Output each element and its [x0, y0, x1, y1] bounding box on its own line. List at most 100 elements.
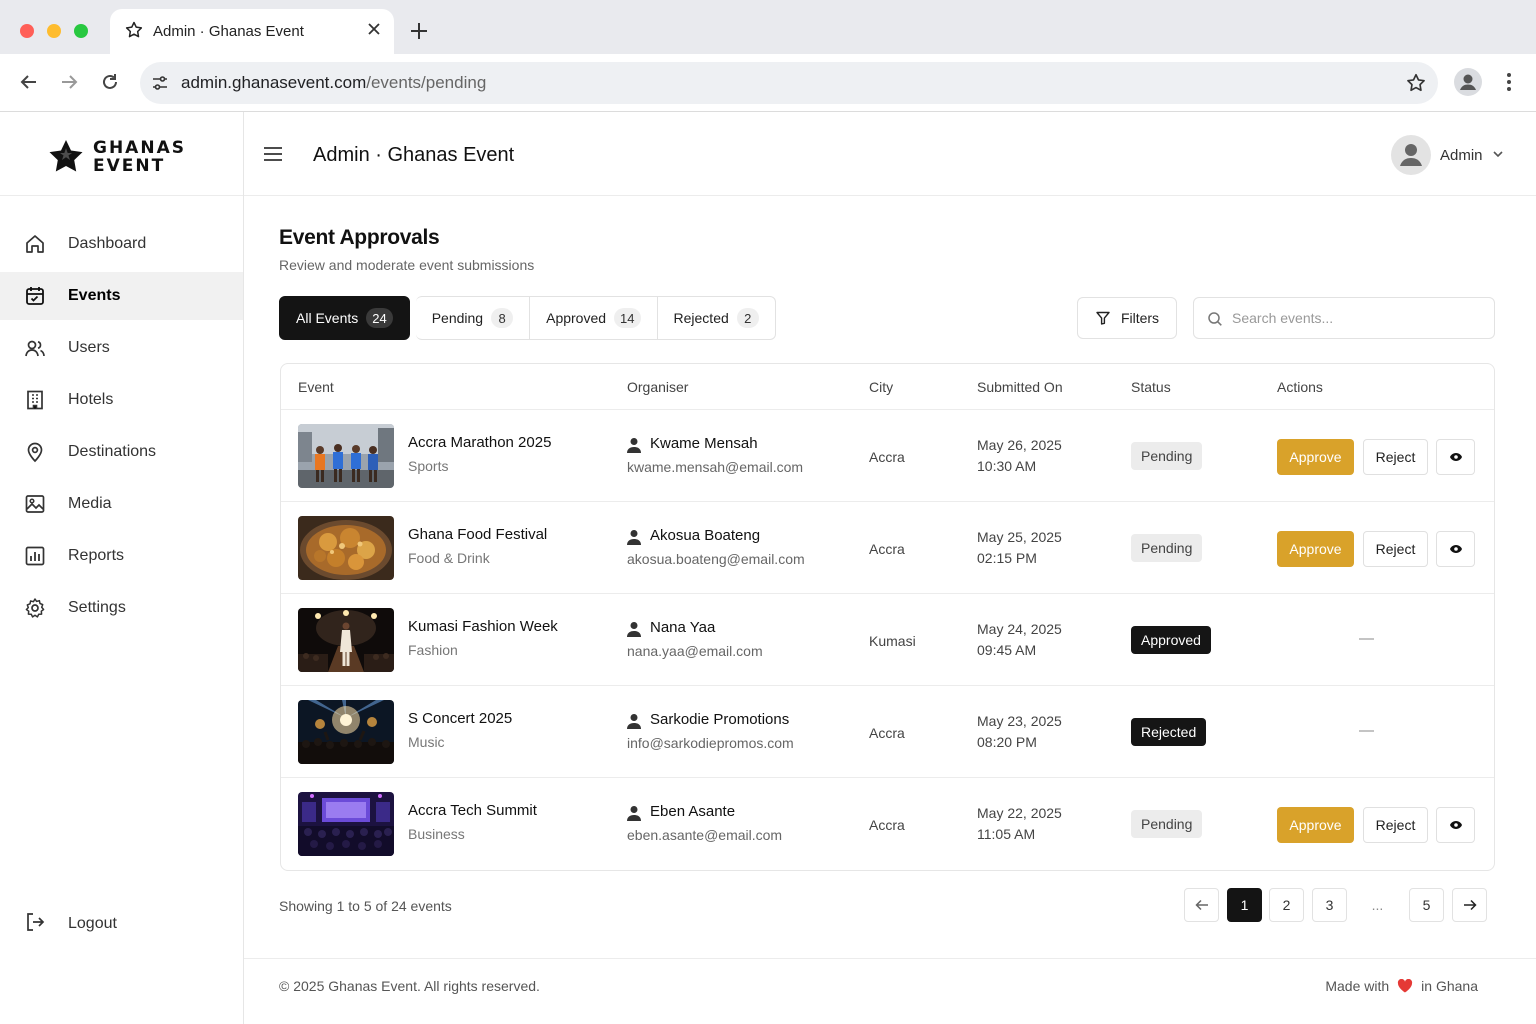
- submitted-time: 02:15 PM: [977, 550, 1037, 566]
- page-button-1[interactable]: 1: [1227, 888, 1262, 922]
- window-close-dot[interactable]: [20, 24, 34, 38]
- submitted-date: May 24, 2025: [977, 621, 1062, 637]
- organiser-email: eben.asante@email.com: [627, 827, 783, 843]
- event-city: Accra: [869, 817, 905, 833]
- person-icon: [627, 622, 641, 637]
- back-arrow-icon[interactable]: [18, 71, 40, 93]
- browser-profile-avatar[interactable]: [1454, 68, 1482, 96]
- table-row[interactable]: S Concert 2025 Music Sarkodie Promotions…: [281, 686, 1494, 778]
- column-header-submitted-on: Submitted On: [977, 379, 1063, 395]
- brand-logo[interactable]: GHANAS EVENT: [0, 112, 243, 196]
- page-button-2[interactable]: 2: [1269, 888, 1304, 922]
- hamburger-menu-icon[interactable]: [263, 145, 283, 163]
- sidebar-item-dashboard[interactable]: Dashboard: [0, 220, 243, 268]
- tab-pending[interactable]: Pending 8: [415, 296, 531, 340]
- new-tab-plus-icon[interactable]: [408, 20, 430, 42]
- column-header-event: Event: [298, 379, 334, 395]
- eye-icon: [1449, 821, 1462, 829]
- view-button[interactable]: [1436, 439, 1475, 475]
- star-icon: [125, 21, 143, 38]
- no-action-dash: —: [1359, 722, 1374, 739]
- reject-button[interactable]: Reject: [1363, 807, 1428, 843]
- sidebar-item-destinations[interactable]: Destinations: [0, 428, 243, 476]
- header-title: Admin · Ghanas Event: [313, 144, 515, 166]
- submitted-date: May 26, 2025: [977, 437, 1062, 453]
- chevron-down-icon[interactable]: [1492, 149, 1504, 159]
- window-maximize-dot[interactable]: [74, 24, 88, 38]
- event-category: Business: [408, 826, 465, 842]
- browser-tab[interactable]: Admin · Ghanas Event: [110, 9, 394, 54]
- more-vertical-icon[interactable]: [1500, 71, 1518, 93]
- sidebar-item-events[interactable]: Events: [0, 272, 243, 320]
- reject-button[interactable]: Reject: [1363, 531, 1428, 567]
- top-header: Admin · Ghanas Event Admin: [244, 112, 1536, 196]
- status-badge: Pending: [1131, 810, 1203, 838]
- sidebar-menu: Dashboard Events Users Hotels Destinatio…: [0, 220, 243, 636]
- eye-icon: [1449, 453, 1462, 461]
- table-row[interactable]: Accra Tech Summit Business Eben Asante e…: [281, 778, 1494, 870]
- view-button[interactable]: [1436, 807, 1475, 843]
- event-thumbnail: [298, 516, 394, 580]
- sidebar-item-settings[interactable]: Settings: [0, 584, 243, 632]
- column-header-organiser: Organiser: [627, 379, 689, 395]
- event-city: Accra: [869, 725, 905, 741]
- sidebar-item-label: Reports: [68, 547, 125, 564]
- sidebar-item-media[interactable]: Media: [0, 480, 243, 528]
- event-name[interactable]: S Concert 2025: [408, 710, 512, 727]
- users-icon: [24, 337, 46, 359]
- submitted-date: May 23, 2025: [977, 713, 1062, 729]
- event-name[interactable]: Accra Tech Summit: [408, 802, 537, 819]
- person-icon: [1460, 74, 1476, 90]
- logout-button[interactable]: Logout: [0, 900, 243, 948]
- sidebar-item-hotels[interactable]: Hotels: [0, 376, 243, 424]
- sidebar-item-reports[interactable]: Reports: [0, 532, 243, 580]
- tab-rejected[interactable]: Rejected 2: [657, 296, 776, 340]
- person-icon: [1400, 144, 1422, 166]
- column-header-status: Status: [1131, 379, 1171, 395]
- tab-approved[interactable]: Approved 14: [530, 296, 658, 340]
- forward-arrow-icon[interactable]: [58, 71, 80, 93]
- column-header-actions: Actions: [1277, 379, 1323, 395]
- user-name[interactable]: Admin: [1440, 147, 1483, 164]
- submitted-date: May 22, 2025: [977, 805, 1062, 821]
- approve-button[interactable]: Approve: [1277, 531, 1354, 567]
- table-row[interactable]: Ghana Food Festival Food & Drink Akosua …: [281, 502, 1494, 594]
- next-page-button[interactable]: [1452, 888, 1487, 922]
- page-button-5[interactable]: 5: [1409, 888, 1444, 922]
- previous-page-button[interactable]: [1184, 888, 1219, 922]
- table-row[interactable]: Accra Marathon 2025 Sports Kwame Mensah …: [281, 410, 1494, 502]
- event-city: Kumasi: [869, 633, 916, 649]
- event-name[interactable]: Accra Marathon 2025: [408, 434, 551, 451]
- filters-button[interactable]: Filters: [1077, 297, 1177, 339]
- organiser-name: Akosua Boateng: [650, 527, 761, 544]
- sidebar-item-users[interactable]: Users: [0, 324, 243, 372]
- window-minimize-dot[interactable]: [47, 24, 61, 38]
- search-input[interactable]: [1232, 308, 1482, 328]
- tab-all-events[interactable]: All Events 24: [279, 296, 410, 340]
- approve-button[interactable]: Approve: [1277, 807, 1354, 843]
- avatar[interactable]: [1391, 135, 1431, 175]
- event-name[interactable]: Kumasi Fashion Week: [408, 618, 558, 635]
- eye-icon: [1449, 545, 1462, 553]
- pagination-ellipsis: ...: [1371, 897, 1384, 913]
- table-row[interactable]: Kumasi Fashion Week Fashion Nana Yaa nan…: [281, 594, 1494, 686]
- image-icon: [24, 493, 46, 515]
- tab-count-badge: 24: [366, 308, 393, 328]
- reload-icon[interactable]: [99, 71, 121, 93]
- view-button[interactable]: [1436, 531, 1475, 567]
- status-badge: Rejected: [1131, 718, 1207, 746]
- tab-count-badge: 8: [491, 308, 514, 328]
- page-button-3[interactable]: 3: [1312, 888, 1347, 922]
- status-filter-tabs: All Events 24 Pending 8 Approved 14 Reje…: [279, 296, 776, 340]
- submitted-time: 08:20 PM: [977, 734, 1037, 750]
- close-icon[interactable]: [366, 21, 382, 37]
- person-icon: [627, 530, 641, 545]
- address-bar[interactable]: admin.ghanasevent.com/events/pending: [140, 62, 1438, 104]
- approve-button[interactable]: Approve: [1277, 439, 1354, 475]
- sidebar-item-label: Events: [68, 287, 121, 304]
- bookmark-star-icon[interactable]: [1405, 72, 1427, 94]
- reject-button[interactable]: Reject: [1363, 439, 1428, 475]
- site-settings-icon[interactable]: [150, 73, 170, 93]
- gear-icon: [24, 597, 46, 619]
- event-name[interactable]: Ghana Food Festival: [408, 526, 547, 543]
